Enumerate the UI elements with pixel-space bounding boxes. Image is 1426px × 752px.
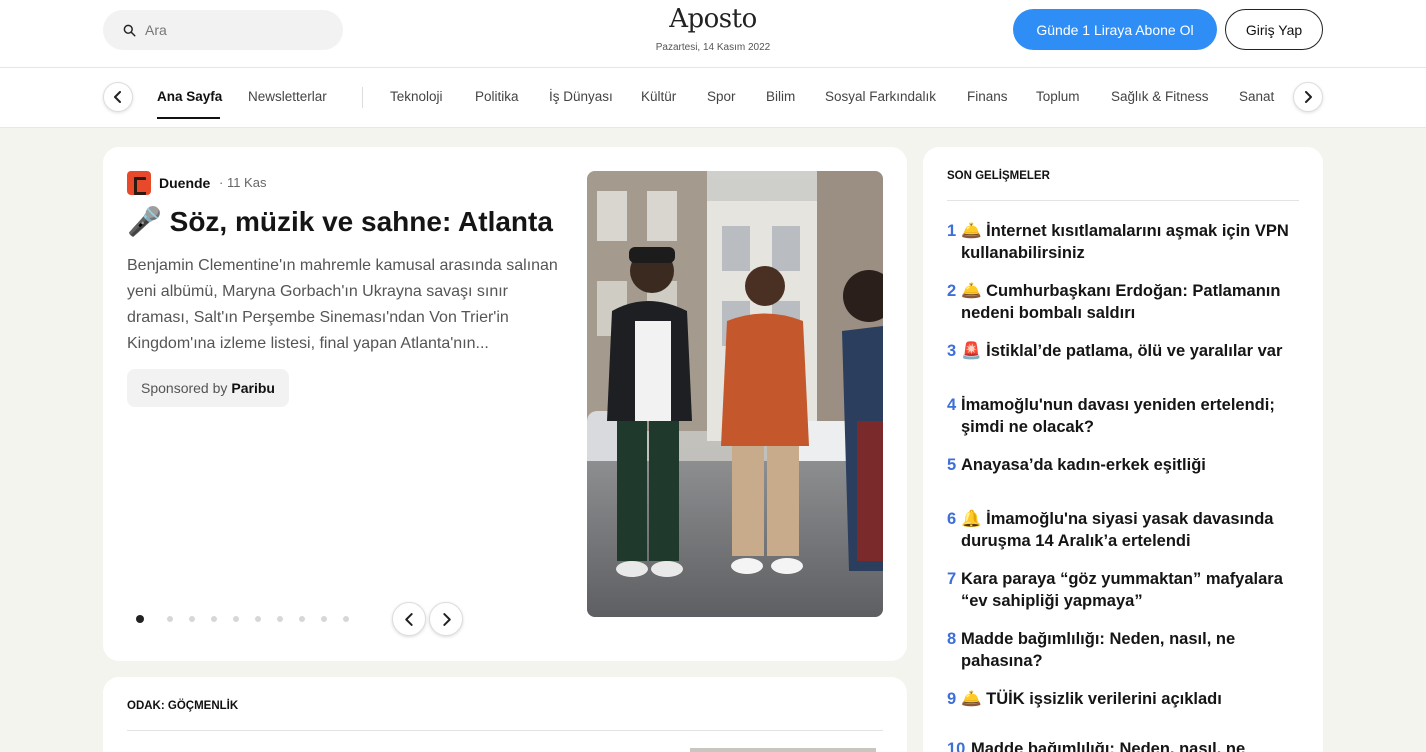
active-tab-underline bbox=[157, 117, 220, 119]
carousel-dot[interactable] bbox=[321, 616, 327, 622]
news-number: 4 bbox=[947, 396, 957, 414]
news-number: 1 bbox=[947, 222, 957, 240]
news-number: 9 bbox=[947, 690, 957, 708]
chevron-left-icon bbox=[404, 612, 413, 626]
news-list-item[interactable]: 9 🛎️ TÜİK işsizlik verilerini açıkladı bbox=[947, 688, 1302, 710]
news-title[interactable]: 🛎️ İnternet kısıtlamalarını aşmak için V… bbox=[961, 220, 1302, 264]
tab-is-dunyasi[interactable]: İş Dünyası bbox=[549, 89, 613, 104]
search-icon bbox=[123, 24, 136, 37]
news-number: 2 bbox=[947, 282, 957, 300]
news-title[interactable]: 🚨 İstiklal’de patlama, ölü ve yaralılar … bbox=[961, 340, 1302, 362]
tab-spor[interactable]: Spor bbox=[707, 89, 736, 104]
carousel-prev-button[interactable] bbox=[392, 602, 426, 636]
news-list-item[interactable]: 8 Madde bağımlılığı: Neden, nasıl, ne pah… bbox=[947, 628, 1302, 672]
subscribe-button[interactable]: Günde 1 Liraya Abone Ol bbox=[1013, 9, 1217, 50]
news-title[interactable]: Anayasa’da kadın-erkek eşitliği bbox=[961, 454, 1302, 476]
news-list-item[interactable]: 10 Madde bağımlılığı: Neden, nasıl, ne bbox=[947, 738, 1302, 752]
news-list-item[interactable]: 5 Anayasa’da kadın-erkek eşitliği bbox=[947, 454, 1302, 476]
news-list-item[interactable]: 1 🛎️ İnternet kısıtlamalarını aşmak için … bbox=[947, 220, 1302, 264]
chevron-right-icon bbox=[442, 612, 451, 626]
news-number: 5 bbox=[947, 456, 957, 474]
news-number: 10 bbox=[947, 740, 966, 752]
focus-thumbnail[interactable] bbox=[690, 748, 876, 752]
search-input[interactable] bbox=[145, 22, 325, 38]
carousel-next-button[interactable] bbox=[429, 602, 463, 636]
tab-ana-sayfa[interactable]: Ana Sayfa bbox=[157, 89, 222, 104]
latest-news-title: SON GELİŞMELER bbox=[947, 170, 1050, 182]
news-list-item[interactable]: 6 🔔 İmamoğlu'na siyasi yasak davasında du… bbox=[947, 508, 1302, 552]
carousel-dot[interactable] bbox=[299, 616, 305, 622]
carousel-dot[interactable] bbox=[233, 616, 239, 622]
category-nav: Ana Sayfa Newsletterlar Teknoloji Politi… bbox=[0, 68, 1426, 128]
nav-divider bbox=[362, 87, 363, 108]
carousel-dot[interactable] bbox=[211, 616, 217, 622]
tab-teknoloji[interactable]: Teknoloji bbox=[390, 89, 443, 104]
news-number: 7 bbox=[947, 570, 957, 588]
news-title[interactable]: Madde bağımlılığı: Neden, nasıl, ne bbox=[971, 738, 1302, 752]
tab-bilim[interactable]: Bilim bbox=[766, 89, 795, 104]
news-number: 8 bbox=[947, 630, 957, 648]
source-name[interactable]: Duende bbox=[159, 175, 210, 191]
news-number: 3 bbox=[947, 342, 957, 360]
tab-politika[interactable]: Politika bbox=[475, 89, 519, 104]
news-list-item[interactable]: 2 🛎️ Cumhurbaşkanı Erdoğan: Patlamanın ne… bbox=[947, 280, 1302, 324]
carousel-dot[interactable] bbox=[255, 616, 261, 622]
divider bbox=[947, 200, 1299, 201]
news-title[interactable]: 🛎️ Cumhurbaşkanı Erdoğan: Patlamanın ned… bbox=[961, 280, 1302, 324]
tab-newsletterlar[interactable]: Newsletterlar bbox=[248, 89, 327, 104]
featured-image[interactable] bbox=[587, 171, 883, 617]
news-list-item[interactable]: 3 🚨 İstiklal’de patlama, ölü ve yaralılar… bbox=[947, 340, 1302, 362]
focus-section-title: ODAK: GÖÇMENLİK bbox=[127, 700, 239, 712]
login-button[interactable]: Giriş Yap bbox=[1225, 9, 1323, 50]
divider bbox=[127, 730, 883, 731]
news-number: 6 bbox=[947, 510, 957, 528]
news-title[interactable]: İmamoğlu'nun davası yeniden ertelendi; ş… bbox=[961, 394, 1302, 438]
sponsor-badge: Sponsored by Paribu bbox=[127, 369, 289, 407]
featured-summary: Benjamin Clementine'ın mahremle kamusal … bbox=[127, 257, 558, 352]
sponsor-name: Paribu bbox=[231, 380, 275, 396]
featured-headline[interactable]: 🎤 Söz, müzik ve sahne: Atlanta bbox=[127, 205, 553, 238]
tab-saglik-fitness[interactable]: Sağlık & Fitness bbox=[1111, 89, 1209, 104]
news-title[interactable]: Madde bağımlılığı: Neden, nasıl, ne paha… bbox=[961, 628, 1302, 672]
header-date: Pazartesi, 14 Kasım 2022 bbox=[655, 42, 771, 53]
chevron-right-icon bbox=[1305, 91, 1312, 103]
news-title[interactable]: 🔔 İmamoğlu'na siyasi yasak davasında dur… bbox=[961, 508, 1302, 552]
focus-card bbox=[103, 677, 907, 752]
news-list-item[interactable]: 4 İmamoğlu'nun davası yeniden ertelendi; … bbox=[947, 394, 1302, 438]
duende-logo-icon bbox=[127, 171, 151, 195]
site-logo[interactable]: Aposto bbox=[669, 4, 757, 34]
news-title[interactable]: 🛎️ TÜİK işsizlik verilerini açıkladı bbox=[961, 688, 1302, 710]
chevron-left-icon bbox=[114, 91, 121, 103]
street-photo-illustration bbox=[587, 171, 883, 617]
tab-toplum[interactable]: Toplum bbox=[1036, 89, 1080, 104]
tab-finans[interactable]: Finans bbox=[967, 89, 1008, 104]
nav-next-button[interactable] bbox=[1293, 82, 1323, 112]
tab-sanat[interactable]: Sanat bbox=[1239, 89, 1274, 104]
carousel-dot[interactable] bbox=[136, 615, 144, 623]
top-header: Aposto Pazartesi, 14 Kasım 2022 Günde 1 … bbox=[0, 0, 1426, 68]
news-title[interactable]: Kara paraya “göz yummaktan” mafyalara “e… bbox=[961, 568, 1302, 612]
carousel-dot[interactable] bbox=[189, 616, 195, 622]
news-list-item[interactable]: 7 Kara paraya “göz yummaktan” mafyalara “… bbox=[947, 568, 1302, 612]
carousel-dot[interactable] bbox=[277, 616, 283, 622]
source-date: · 11 Kas bbox=[219, 175, 267, 190]
tab-kultur[interactable]: Kültür bbox=[641, 89, 676, 104]
nav-prev-button[interactable] bbox=[103, 82, 133, 112]
carousel-dot[interactable] bbox=[167, 616, 173, 622]
sponsor-prefix: Sponsored by bbox=[141, 380, 228, 396]
carousel-dot[interactable] bbox=[343, 616, 349, 622]
tab-sosyal-farkindalik[interactable]: Sosyal Farkındalık bbox=[825, 89, 936, 104]
